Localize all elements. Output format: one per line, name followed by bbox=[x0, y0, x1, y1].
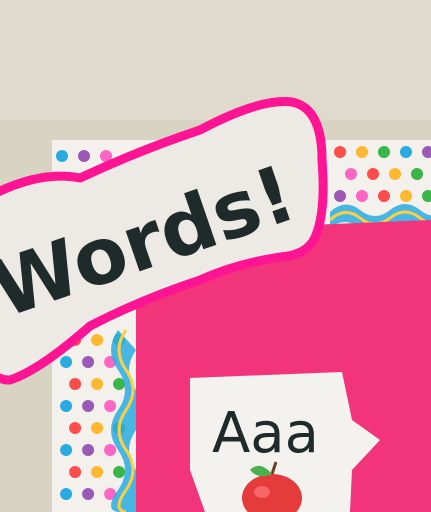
polka-dot bbox=[389, 168, 401, 180]
polka-dot bbox=[113, 466, 126, 478]
polka-dot bbox=[60, 488, 73, 500]
polka-dot bbox=[400, 190, 412, 202]
polka-dot bbox=[91, 422, 104, 434]
wall-shadow bbox=[0, 0, 431, 120]
polka-dot bbox=[334, 190, 346, 202]
polka-dot bbox=[367, 168, 379, 180]
polka-dot bbox=[69, 466, 82, 478]
polka-dot bbox=[91, 334, 104, 346]
polka-dot bbox=[78, 150, 90, 162]
polka-dot bbox=[356, 146, 368, 158]
polka-dot bbox=[82, 356, 95, 368]
polka-dot bbox=[334, 146, 346, 158]
polka-dot bbox=[378, 190, 390, 202]
polka-dot bbox=[69, 378, 82, 390]
polka-dot bbox=[400, 146, 412, 158]
card-letters: Aaa bbox=[212, 401, 319, 466]
polka-dot bbox=[378, 146, 390, 158]
polka-dot bbox=[60, 400, 73, 412]
polka-dot bbox=[104, 444, 117, 456]
polka-dot bbox=[356, 190, 368, 202]
polka-dot bbox=[82, 400, 95, 412]
polka-dot bbox=[60, 444, 73, 456]
polka-dot bbox=[82, 444, 95, 456]
polka-dot bbox=[345, 168, 357, 180]
polka-dot bbox=[69, 422, 82, 434]
polka-dot bbox=[56, 150, 68, 162]
polka-dot bbox=[91, 466, 104, 478]
polka-dot bbox=[104, 400, 117, 412]
polka-dot bbox=[411, 168, 423, 180]
scene: Aaa Words! bbox=[0, 0, 431, 512]
polka-dot bbox=[91, 378, 104, 390]
polka-dot bbox=[82, 488, 95, 500]
polka-dot bbox=[60, 356, 73, 368]
